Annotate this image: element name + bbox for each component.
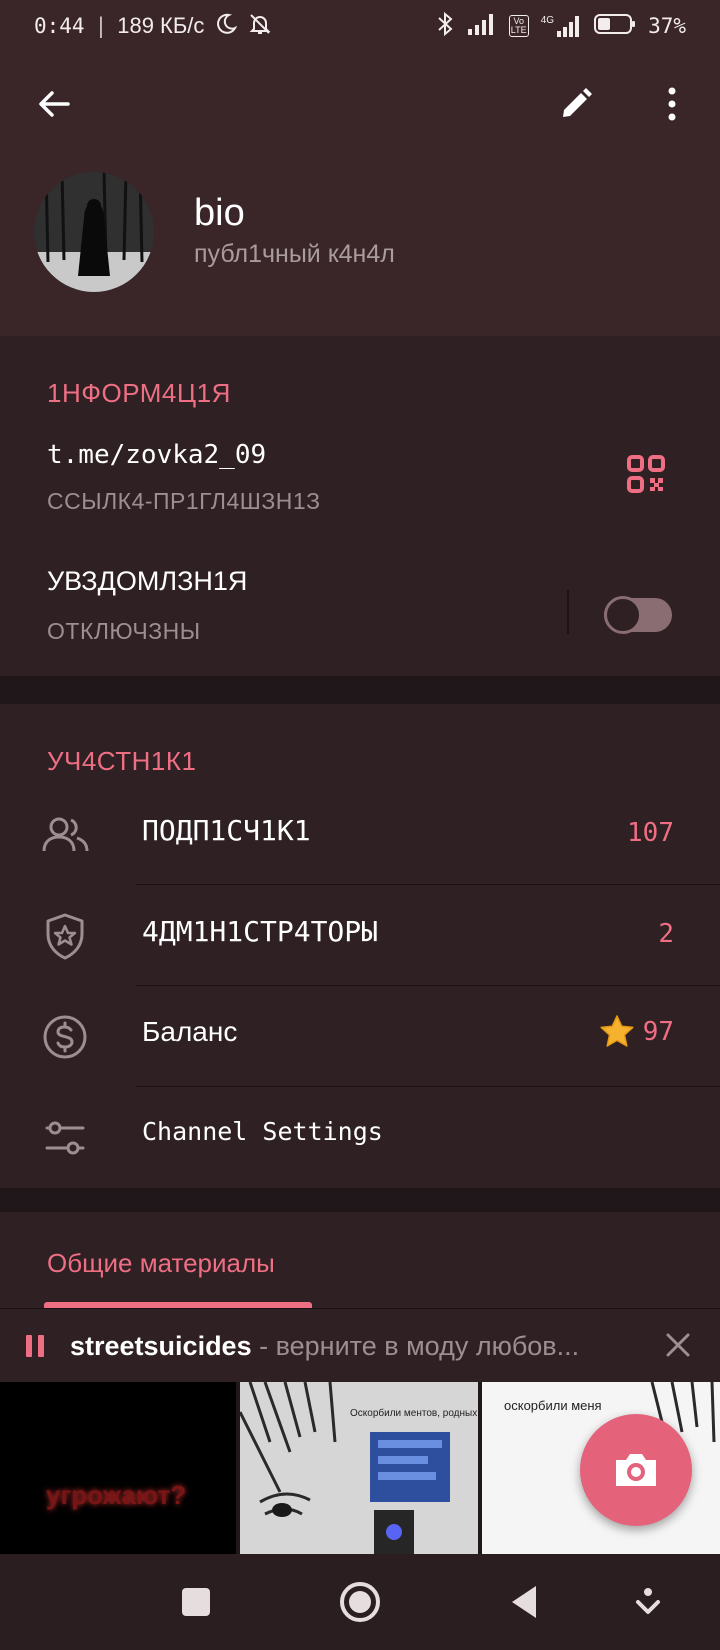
media-thumb[interactable]: Оскорбили ментов, родных (240, 1382, 478, 1554)
track-title: верните в моду любов... (275, 1331, 580, 1361)
notifications-divider (567, 590, 569, 634)
section-gap (0, 1188, 720, 1212)
members-section: УЧ4СТН1К1 ПОДП1СЧ1К1 107 4ДМ1Н1СТР4ТОРЫ … (0, 704, 720, 1188)
thumb-caption: Оскорбили ментов, родных (350, 1408, 478, 1419)
track-info[interactable]: streetsuicides - верните в моду любов... (70, 1331, 640, 1362)
notifications-state: ОТКЛЮЧЗНЫ (47, 618, 201, 644)
circle-icon (340, 1582, 380, 1622)
camera-icon (616, 1454, 656, 1486)
notifications-toggle[interactable] (604, 596, 672, 634)
channel-type: публ1чный к4н4л (194, 240, 395, 268)
battery-icon (594, 13, 636, 40)
channel-title: bio (194, 192, 245, 234)
back-button[interactable] (26, 76, 82, 132)
signal-icon (467, 13, 497, 40)
dollar-coin-icon (40, 1012, 90, 1062)
thumb-caption: угрожают? (46, 1480, 187, 1510)
qr-code-icon (627, 455, 665, 493)
status-divider: | (94, 14, 108, 38)
subscribers-count: 107 (627, 818, 674, 848)
recent-apps-button[interactable] (170, 1576, 222, 1628)
back-nav-button[interactable] (498, 1576, 550, 1628)
section-gap (0, 676, 720, 704)
bell-off-icon (248, 12, 272, 41)
track-artist: streetsuicides (70, 1331, 252, 1361)
assistant-button[interactable] (622, 1576, 674, 1628)
channel-settings-label: Channel Settings (142, 1117, 383, 1146)
toggle-knob (604, 596, 642, 634)
pause-icon-bar-right (38, 1335, 44, 1357)
status-speed: 189 КБ/с (117, 13, 205, 38)
battery-percent: 37% (648, 14, 686, 38)
pause-button[interactable] (26, 1335, 46, 1357)
channel-header: bio публ1чный к4н4л (0, 52, 720, 336)
notifications-row[interactable]: УВЗДОМЛЗН1Я ОТКЛЮЧЗНЫ (0, 550, 720, 670)
administrators-label: 4ДМ1Н1СТР4ТОРЫ (142, 915, 379, 948)
status-time: 0:44 (34, 14, 85, 38)
members-section-title: УЧ4СТН1К1 (47, 746, 197, 776)
music-player-bar[interactable]: streetsuicides - верните в моду любов... (0, 1308, 720, 1382)
camera-button[interactable] (580, 1414, 692, 1526)
star-icon (600, 1015, 634, 1047)
close-icon (666, 1333, 690, 1357)
edit-button[interactable] (548, 76, 604, 132)
invite-link-caption: ССЫЛК4-ПР1ГЛ4ШЗН1З (47, 488, 321, 514)
administrators-row[interactable]: 4ДМ1Н1СТР4ТОРЫ 2 (0, 885, 720, 986)
channel-settings-row[interactable]: Channel Settings (0, 1087, 720, 1188)
balance-row[interactable]: Баланс 97 (0, 986, 720, 1087)
balance-label: Баланс (142, 1016, 238, 1047)
more-options-button[interactable] (644, 76, 700, 132)
track-separator: - (251, 1331, 276, 1361)
balance-value: 97 (599, 1014, 674, 1050)
info-section: 1НФОРМ4Ц1Я t.me/zovka2_09 ССЫЛК4-ПР1ГЛ4Ш… (0, 336, 720, 676)
shield-star-icon (40, 911, 90, 961)
square-icon (182, 1588, 210, 1616)
signal-4g-icon: 4G (541, 15, 582, 37)
triangle-back-icon (512, 1586, 536, 1618)
moon-icon (214, 12, 238, 41)
avatar-image (34, 172, 154, 292)
media-thumb[interactable]: угрожают? (0, 1382, 236, 1554)
status-bar: 0:44 | 189 КБ/с Vo LTE 4G 37% (0, 0, 720, 52)
qr-code-button[interactable] (626, 454, 670, 498)
home-button[interactable] (334, 1576, 386, 1628)
pencil-icon (563, 88, 592, 117)
tab-shared-media[interactable]: Общие материалы (47, 1248, 275, 1279)
system-nav-bar (0, 1554, 720, 1650)
close-player-button[interactable] (664, 1331, 694, 1361)
more-vertical-icon (668, 87, 676, 121)
shared-media-tabs: Общие материалы (0, 1212, 720, 1308)
channel-avatar[interactable] (34, 172, 154, 292)
invite-link-row[interactable]: t.me/zovka2_09 ССЫЛК4-ПР1ГЛ4ШЗН1З (0, 424, 720, 534)
balance-amount: 97 (642, 1017, 674, 1047)
pause-icon-bar-left (26, 1335, 32, 1357)
info-section-title: 1НФОРМ4Ц1Я (47, 378, 231, 408)
thumb-caption: оскорбили меня (504, 1398, 602, 1413)
volte-badge: Vo LTE (508, 15, 529, 37)
invite-link: t.me/zovka2_09 (47, 440, 267, 470)
down-arrow-icon (636, 1588, 660, 1614)
notifications-label: УВЗДОМЛЗН1Я (47, 566, 248, 596)
bluetooth-icon (435, 11, 455, 42)
subscribers-row[interactable]: ПОДП1СЧ1К1 107 (0, 784, 720, 885)
administrators-count: 2 (658, 919, 674, 949)
users-icon (40, 810, 90, 860)
sliders-icon (40, 1113, 90, 1163)
subscribers-label: ПОДП1СЧ1К1 (142, 814, 311, 847)
back-arrow-icon (39, 91, 70, 117)
